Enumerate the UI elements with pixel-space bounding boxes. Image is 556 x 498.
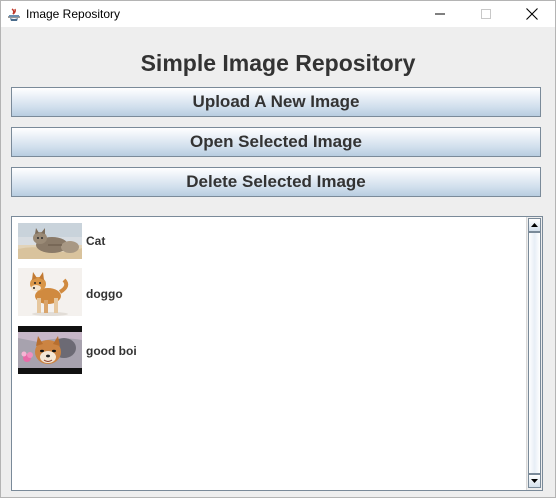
cat-thumbnail <box>18 223 82 259</box>
minimize-button[interactable] <box>417 1 463 27</box>
minimize-icon <box>435 13 445 15</box>
list-item-good-boi[interactable]: good boi <box>18 325 498 374</box>
shiba-dog-photo <box>18 268 82 316</box>
list-item-label: good boi <box>86 344 137 358</box>
page-title: Simple Image Repository <box>140 50 416 76</box>
arrow-up-icon <box>531 223 538 227</box>
maximize-icon <box>481 9 491 19</box>
good-boi-thumbnail <box>18 326 82 374</box>
list-item-label: Cat <box>86 234 106 248</box>
doggo-thumbnail <box>18 268 82 316</box>
open-selected-image-button[interactable]: Open Selected Image <box>11 127 541 157</box>
image-list[interactable]: Cat doggo good boi <box>11 216 543 491</box>
app-window: Image Repository Simple Image Repository… <box>0 0 556 498</box>
arrow-down-icon <box>531 479 538 483</box>
shiba-dog-closeup-photo <box>18 326 82 374</box>
vertical-scrollbar[interactable] <box>526 217 542 490</box>
cat-photo <box>18 223 82 259</box>
window-title: Image Repository <box>26 7 121 21</box>
title-bar[interactable]: Image Repository <box>1 1 555 27</box>
list-item-label: doggo <box>86 287 123 301</box>
close-icon <box>526 8 538 20</box>
scroll-thumb[interactable] <box>528 232 541 474</box>
scroll-down-button[interactable] <box>528 474 541 488</box>
delete-selected-image-button[interactable]: Delete Selected Image <box>11 167 541 197</box>
scroll-up-button[interactable] <box>528 218 541 232</box>
maximize-button[interactable] <box>463 1 509 27</box>
java-app-icon <box>6 6 22 22</box>
list-item-doggo[interactable]: doggo <box>18 268 498 316</box>
upload-image-button[interactable]: Upload A New Image <box>11 87 541 117</box>
close-button[interactable] <box>509 1 555 27</box>
list-item-cat[interactable]: Cat <box>18 222 498 260</box>
